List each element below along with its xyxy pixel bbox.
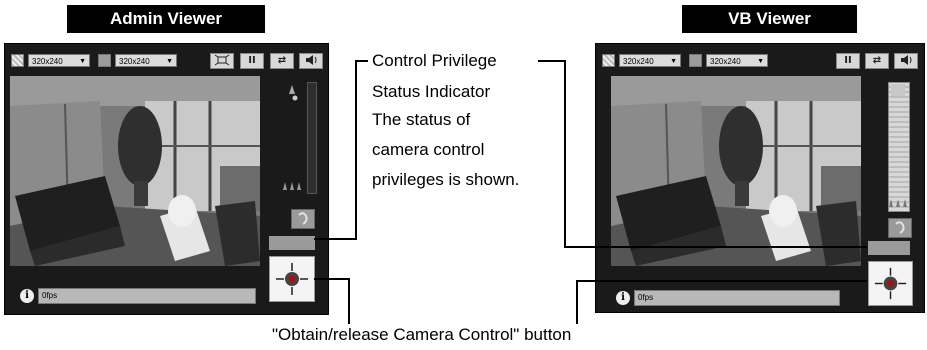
office-room-image [611, 76, 861, 266]
image-size-icon [602, 54, 615, 67]
camera-control-button-callout: "Obtain/release Camera Control" button [272, 325, 572, 344]
obtain-release-camera-control-button[interactable] [269, 256, 315, 302]
image-size-icon [11, 54, 24, 67]
image-size-select[interactable]: 320x240 ▼ [28, 54, 90, 67]
control-privilege-status-indicator [269, 236, 315, 250]
expand-icon [214, 54, 230, 66]
control-privilege-status-indicator [868, 241, 910, 255]
zoom-slider[interactable] [888, 82, 910, 212]
zoom-tele-icon [891, 84, 905, 96]
pause-button[interactable]: II [240, 53, 264, 69]
leader-line [538, 60, 566, 62]
privilege-callout-line-5: privileges is shown. [372, 170, 520, 189]
backlight-icon [895, 221, 905, 234]
backlight-button[interactable] [291, 209, 315, 229]
swap-icon: ⇄ [872, 55, 882, 66]
audio-button[interactable] [299, 53, 323, 69]
vb-viewer-panel: 320x240 ▼ 320x240 ▼ II ⇄ i 0fps [595, 43, 925, 313]
privilege-callout-line-2: Status Indicator [372, 82, 491, 101]
zoom-tele-icon [287, 84, 299, 102]
zoom-wide-icon [888, 196, 908, 208]
leader-line [314, 238, 357, 240]
leader-line [576, 280, 578, 324]
display-size-select[interactable]: 320x240 ▼ [706, 54, 768, 67]
privilege-callout-line-4: camera control [372, 140, 485, 159]
swap-icon: ⇄ [277, 55, 287, 66]
speaker-icon [901, 55, 912, 65]
obtain-release-camera-control-button[interactable] [868, 261, 913, 306]
privilege-callout-line-1: Control Privilege [372, 51, 497, 70]
image-size-select-value: 320x240 [623, 57, 654, 66]
display-size-select-value: 320x240 [119, 57, 150, 66]
leader-line [348, 278, 350, 324]
zoom-wide-icon [282, 179, 302, 191]
switch-camera-button[interactable]: ⇄ [865, 53, 889, 69]
backlight-icon [298, 212, 308, 225]
display-size-select[interactable]: 320x240 ▼ [115, 54, 177, 67]
crosshair-icon [874, 267, 907, 300]
zoom-slider-track[interactable] [307, 82, 317, 194]
status-bar: 0fps [634, 290, 840, 306]
vb-viewer-title: VB Viewer [682, 5, 857, 33]
pause-button[interactable]: II [836, 53, 860, 69]
image-size-select[interactable]: 320x240 ▼ [619, 54, 681, 67]
leader-line [564, 60, 566, 248]
leader-line [564, 246, 867, 248]
full-screen-button[interactable] [210, 53, 234, 69]
privilege-callout-line-3: The status of [372, 110, 471, 129]
leader-line [576, 280, 867, 282]
image-size-select-value: 320x240 [32, 57, 63, 66]
crosshair-icon [276, 263, 308, 295]
display-size-icon [689, 54, 702, 67]
admin-viewer-panel: 320x240 ▼ 320x240 ▼ II ⇄ i 0fps [4, 43, 329, 315]
display-size-icon [98, 54, 111, 67]
frame-rate-text: 0fps [42, 291, 58, 300]
speaker-icon [306, 55, 317, 65]
leader-line [314, 278, 350, 280]
status-bar: 0fps [38, 288, 256, 304]
office-room-image [10, 76, 260, 266]
pause-icon: II [248, 55, 256, 66]
pause-icon: II [844, 55, 852, 66]
privilege-callout-text: Control Privilege Status Indicator The s… [372, 49, 577, 198]
switch-camera-button[interactable]: ⇄ [270, 53, 294, 69]
info-icon[interactable]: i [20, 289, 34, 303]
admin-viewer-title: Admin Viewer [67, 5, 265, 33]
info-icon[interactable]: i [616, 291, 630, 305]
backlight-button[interactable] [888, 218, 912, 238]
leader-line [355, 60, 357, 240]
chevron-down-icon: ▼ [79, 58, 86, 65]
chevron-down-icon: ▼ [757, 58, 764, 65]
frame-rate-text: 0fps [638, 293, 654, 302]
display-size-select-value: 320x240 [710, 57, 741, 66]
chevron-down-icon: ▼ [670, 58, 677, 65]
audio-button[interactable] [894, 53, 918, 69]
chevron-down-icon: ▼ [166, 58, 173, 65]
camera-video[interactable] [10, 76, 260, 266]
camera-video[interactable] [611, 76, 861, 266]
